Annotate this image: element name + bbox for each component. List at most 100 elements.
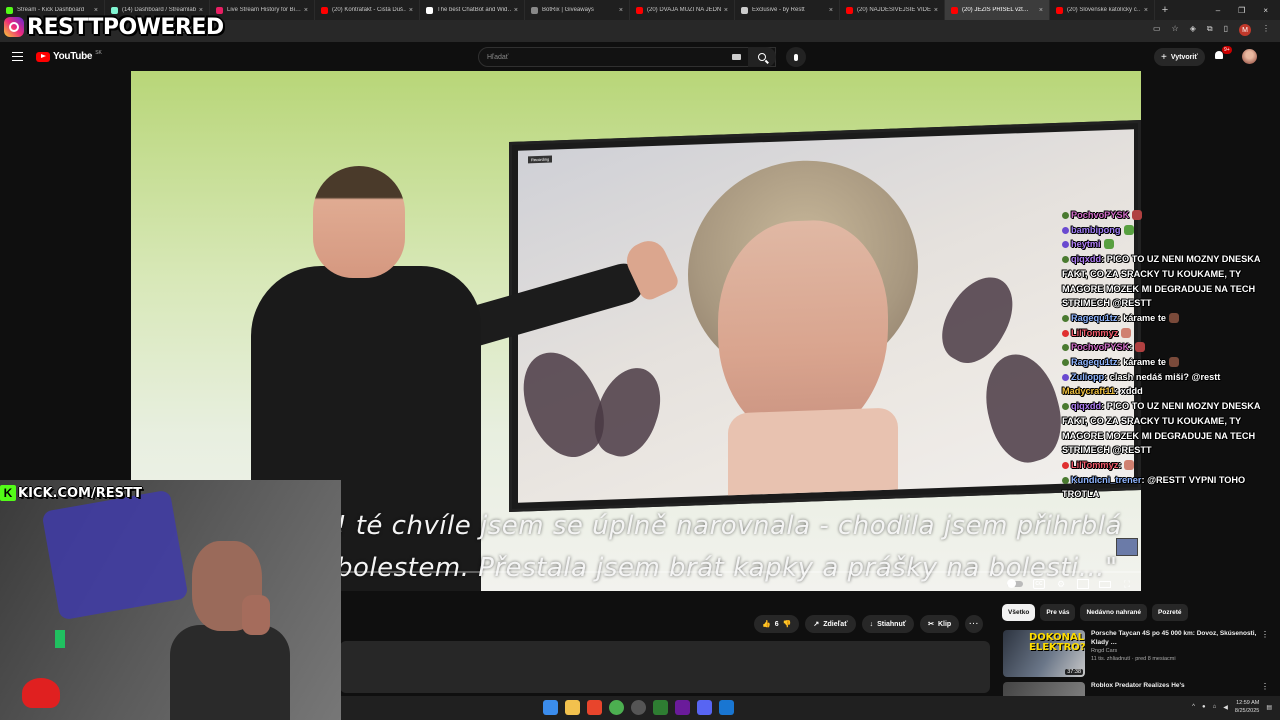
chat-emote-icon bbox=[1121, 327, 1132, 338]
chat-message: LilTommyz bbox=[1062, 326, 1278, 341]
bookmark-star-icon[interactable]: ☆ bbox=[1172, 24, 1179, 36]
video-tv-screen: Recording bbox=[509, 119, 1141, 513]
chat-username: Zuliopp bbox=[1071, 371, 1105, 382]
tab-close-icon[interactable]: × bbox=[934, 7, 938, 14]
tray-chevron-icon[interactable]: ^ bbox=[1192, 704, 1195, 710]
voice-search-button[interactable] bbox=[786, 47, 806, 67]
filter-chip[interactable]: Pre vás bbox=[1040, 604, 1076, 621]
minimize-button[interactable]: – bbox=[1216, 6, 1220, 15]
windows-start-icon[interactable] bbox=[543, 700, 558, 715]
extensions-icon[interactable]: ◈ bbox=[1190, 24, 1196, 36]
filter-chip[interactable]: Pozreté bbox=[1152, 604, 1188, 621]
browser-tab[interactable]: (20) Slovenské katolícky c… × bbox=[1050, 0, 1155, 20]
microphone-tray-icon[interactable]: ● bbox=[1202, 704, 1206, 710]
tab-label: (20) NAJDESIVEJŠIE VIDEÁ… bbox=[857, 7, 931, 13]
theater-mode-icon[interactable] bbox=[1099, 580, 1111, 588]
keyboard-icon[interactable] bbox=[732, 54, 741, 60]
tab-close-icon[interactable]: × bbox=[829, 7, 833, 14]
close-window-button[interactable]: × bbox=[1263, 6, 1268, 15]
chat-message: Zuliopp: clash nedáš miši? @restt bbox=[1062, 370, 1278, 385]
tab-close-icon[interactable]: × bbox=[94, 7, 98, 14]
captions-button[interactable]: CC bbox=[1033, 579, 1045, 589]
browser-tab[interactable]: (20) NAJDESIVEJŠIE VIDEÁ…× bbox=[840, 0, 945, 20]
tab-close-icon[interactable]: × bbox=[304, 7, 308, 14]
browser-tab[interactable]: BotRix | Giveaways × bbox=[525, 0, 630, 20]
tab-close-icon[interactable]: × bbox=[1039, 7, 1043, 14]
video-title[interactable]: Porsche Taycan 4S po 45 000 km: Dovoz, S… bbox=[1091, 630, 1273, 647]
chat-message: Madycraft11: xddd bbox=[1062, 384, 1278, 399]
browser-tab[interactable]: (20) JEŽÍŠ PŘIŠEL vzt… × bbox=[945, 0, 1050, 20]
tab-close-icon[interactable]: × bbox=[724, 7, 728, 14]
miniplayer-icon[interactable] bbox=[1077, 579, 1089, 589]
brave-browser-icon[interactable] bbox=[587, 700, 602, 715]
dislike-icon[interactable]: 👎 bbox=[783, 620, 792, 628]
like-button[interactable]: 👍 6 👎 bbox=[754, 615, 800, 633]
tab-close-icon[interactable]: × bbox=[199, 7, 203, 14]
browser-tab[interactable]: (20) Kontrafakt - Čistá Duš… × bbox=[315, 0, 420, 20]
create-button[interactable]: + Vytvoriť bbox=[1154, 48, 1205, 66]
chat-username: PochvoPYSK bbox=[1071, 210, 1130, 220]
browser-tab[interactable]: Exclusive - by Restt × bbox=[735, 0, 840, 20]
filter-chip[interactable]: Všetko bbox=[1002, 604, 1036, 621]
settings-gear-icon[interactable]: ⚙ bbox=[1055, 579, 1067, 589]
clock-date: 8/25/2025 bbox=[1234, 708, 1260, 714]
discord-icon[interactable] bbox=[697, 700, 712, 715]
browser-menu-icon[interactable]: ⋮ bbox=[1262, 24, 1270, 36]
chat-text: : xddd bbox=[1115, 386, 1143, 397]
search-button[interactable] bbox=[748, 47, 776, 67]
browser-tab[interactable]: Live Stream History for Bi… × bbox=[210, 0, 315, 20]
profile-badge[interactable]: M bbox=[1239, 24, 1251, 36]
volume-icon[interactable]: ◀ bbox=[1223, 704, 1228, 711]
chat-badge-icon bbox=[1062, 461, 1069, 469]
extension-puzzle-icon[interactable]: ⧉ bbox=[1207, 24, 1213, 36]
tab-favicon-icon bbox=[1056, 6, 1063, 14]
clip-button[interactable]: ✂ Klip bbox=[920, 615, 960, 633]
video-subtitle-line-1: ! té chvíle jsem se úplně narovnala - ch… bbox=[336, 511, 1122, 541]
tab-close-icon[interactable]: × bbox=[1144, 7, 1148, 14]
video-description-box[interactable] bbox=[340, 641, 990, 693]
chat-username: qiqxdd bbox=[1071, 254, 1102, 265]
fullscreen-icon[interactable]: ⛶ bbox=[1121, 579, 1133, 589]
streamer-webcam bbox=[0, 480, 341, 720]
tab-close-icon[interactable]: × bbox=[409, 7, 413, 14]
chat-emote-icon bbox=[1124, 459, 1135, 470]
download-button[interactable]: ↓ Stiahnuť bbox=[861, 615, 915, 633]
tab-favicon-icon bbox=[531, 6, 538, 14]
search-placeholder: Hľadať bbox=[487, 53, 509, 61]
video-options-icon[interactable]: ⋮ bbox=[1261, 682, 1269, 691]
excel-icon[interactable] bbox=[653, 700, 668, 715]
system-clock[interactable]: 12:59 AM 8/25/2025 bbox=[1235, 699, 1259, 715]
chrome-icon[interactable] bbox=[609, 700, 624, 715]
maximize-button[interactable]: ❐ bbox=[1238, 6, 1245, 15]
chat-message: PochvoPYSK bbox=[1062, 208, 1278, 223]
autoplay-toggle[interactable] bbox=[1007, 579, 1023, 588]
cast-icon[interactable]: ▭ bbox=[1153, 24, 1161, 36]
video-options-icon[interactable]: ⋮ bbox=[1261, 630, 1269, 639]
video-title[interactable]: Roblox Predator Realizes He's bbox=[1091, 682, 1185, 691]
new-tab-button[interactable]: + bbox=[1155, 4, 1175, 16]
filter-chip[interactable]: Nedávno nahrané bbox=[1080, 604, 1148, 621]
recommended-video[interactable]: DOKONALÉ ELEKTRO? 37:38 Porsche Taycan 4S … bbox=[1003, 630, 1273, 677]
video-thumbnail[interactable]: DOKONALÉ ELEKTRO? 37:38 bbox=[1003, 630, 1085, 677]
browser-tab[interactable]: (20) DVAJA MUŽI NA JEDN… × bbox=[630, 0, 735, 20]
chat-message: heytmi bbox=[1062, 237, 1278, 252]
stream-chat-overlay: PochvoPYSK bambipong heytmi qiqxdd: PICO TO… bbox=[1062, 208, 1278, 502]
notifications-icon[interactable]: ▤ bbox=[1266, 704, 1272, 711]
menu-hamburger-icon[interactable] bbox=[12, 52, 23, 61]
more-actions-button[interactable]: ··· bbox=[965, 615, 984, 633]
endscreen-thumbnail[interactable] bbox=[1116, 538, 1138, 556]
share-button[interactable]: ↗ Zdieľať bbox=[805, 615, 856, 633]
account-avatar[interactable] bbox=[1242, 49, 1257, 64]
twitch-icon[interactable] bbox=[675, 700, 690, 715]
tab-close-icon[interactable]: × bbox=[619, 7, 623, 14]
tab-favicon-icon bbox=[321, 6, 328, 14]
tab-close-icon[interactable]: × bbox=[514, 7, 518, 14]
youtube-logo[interactable]: YouTube SK bbox=[36, 50, 102, 62]
obs-icon[interactable] bbox=[631, 700, 646, 715]
sidebar-icon[interactable]: ▯ bbox=[1224, 24, 1228, 36]
browser-tab[interactable]: The best ChatBot and Wid… × bbox=[420, 0, 525, 20]
search-input[interactable]: Hľadať bbox=[478, 47, 776, 67]
network-icon[interactable]: ⌂ bbox=[1213, 704, 1217, 710]
messenger-icon[interactable] bbox=[719, 700, 734, 715]
file-explorer-icon[interactable] bbox=[565, 700, 580, 715]
